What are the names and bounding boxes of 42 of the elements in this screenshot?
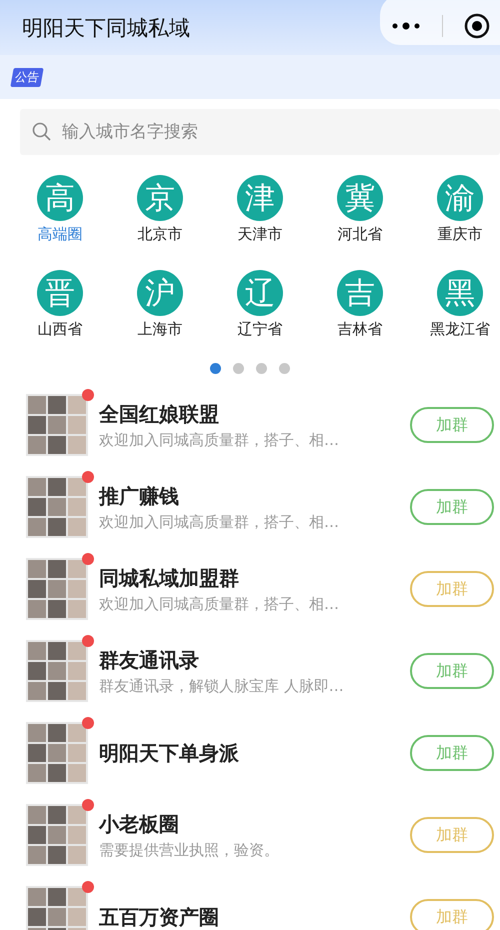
join-button[interactable]: 加群 — [410, 817, 494, 853]
city-icon[interactable]: 京 — [137, 175, 183, 221]
city-label[interactable]: 天津市 — [238, 225, 282, 244]
city-label[interactable]: 山西省 — [38, 320, 82, 339]
join-button[interactable]: 加群 — [410, 735, 494, 771]
join-button[interactable]: 加群 — [410, 407, 494, 443]
city-label[interactable]: 黑龙江省 — [430, 320, 490, 339]
group-description: 欢迎加入同城高质量群，搭子、相… — [99, 430, 340, 450]
city-icon[interactable]: 津 — [237, 175, 283, 221]
city-label[interactable]: 河北省 — [338, 225, 382, 244]
join-button[interactable]: 加群 — [410, 571, 494, 607]
city-label[interactable]: 上海市 — [138, 320, 182, 339]
city-label[interactable]: 北京市 — [138, 225, 182, 244]
city-label[interactable]: 重庆市 — [438, 225, 482, 244]
join-button[interactable]: 加群 — [410, 653, 494, 689]
city-label[interactable]: 辽宁省 — [238, 320, 282, 339]
group-name: 推广赚钱 — [99, 482, 180, 510]
search-field[interactable]: 输入城市名字搜索 — [20, 109, 500, 155]
group-description: 需要提供营业执照，验资。 — [99, 840, 280, 860]
city-icon[interactable]: 吉 — [337, 270, 383, 316]
group-description: 群友通讯录，解锁人脉宝库 人脉即… — [99, 676, 345, 696]
group-name: 小老板圈 — [99, 810, 180, 838]
city-icon[interactable]: 辽 — [237, 270, 283, 316]
notice-badge: 公告 — [10, 68, 44, 86]
city-label[interactable]: 吉林省 — [338, 320, 382, 339]
city-icon[interactable]: 晋 — [37, 270, 83, 316]
join-button[interactable]: 加群 — [410, 489, 494, 525]
group-name: 全国红娘联盟 — [99, 400, 220, 428]
group-name: 群友通讯录 — [99, 646, 200, 674]
city-label[interactable]: 高端圈 — [38, 225, 82, 244]
city-icon[interactable]: 冀 — [337, 175, 383, 221]
group-name: 五百万资产圈 — [99, 904, 220, 930]
city-icon[interactable]: 沪 — [137, 270, 183, 316]
page-title: 明阳天下同城私域 — [22, 14, 190, 42]
group-name: 明阳天下单身派 — [99, 740, 240, 766]
join-button[interactable]: 加群 — [410, 899, 494, 930]
city-icon[interactable]: 高 — [37, 175, 83, 221]
group-description: 欢迎加入同城高质量群，搭子、相… — [99, 594, 340, 614]
city-icon[interactable]: 渝 — [437, 175, 483, 221]
city-icon[interactable]: 黑 — [437, 270, 483, 316]
group-description: 欢迎加入同城高质量群，搭子、相… — [99, 512, 340, 532]
group-name: 同城私域加盟群 — [99, 564, 240, 592]
